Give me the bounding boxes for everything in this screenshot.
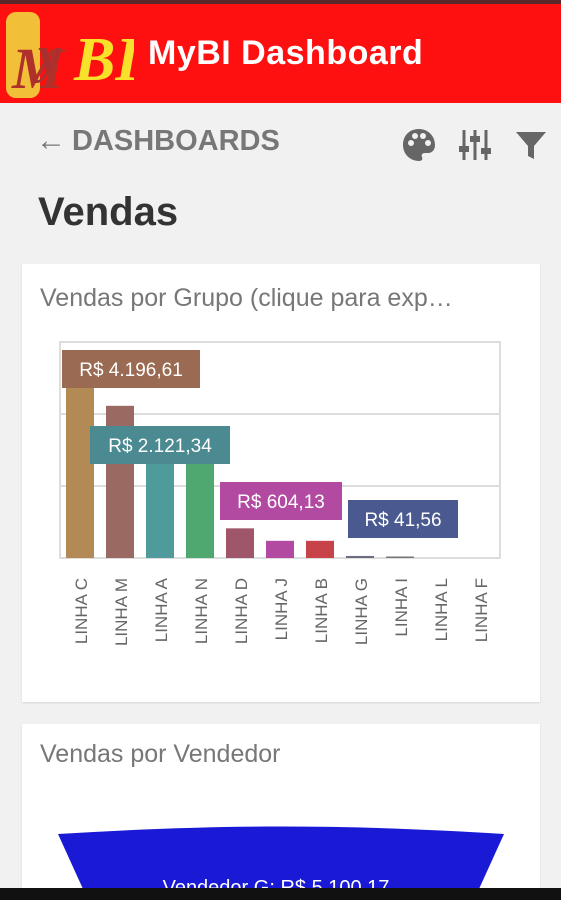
sliders-icon[interactable] (456, 126, 494, 164)
mybi-logo: M y BI (4, 6, 134, 102)
data-label: R$ 604,13 (237, 492, 325, 513)
x-tick-label: LINHA C (72, 578, 91, 644)
back-label: DASHBOARDS (72, 124, 280, 157)
bar-linha-j[interactable] (266, 540, 294, 558)
sales-by-group-chart[interactable]: LINHA C LINHA M LINHA A LINHA N LINHA D LINHA… (22, 264, 540, 702)
bar-linha-i[interactable] (386, 556, 414, 559)
system-nav-bar (0, 888, 561, 900)
svg-text:BI: BI (73, 26, 134, 94)
x-tick-label: LINHA I (392, 578, 411, 637)
data-label: R$ 4.196,61 (79, 360, 183, 381)
x-tick-label: LINHA A (152, 577, 171, 642)
sales-by-seller-card[interactable]: Vendas por Vendedor Vendedor G: R$ 5.100… (22, 724, 540, 900)
back-arrow-icon: ← (36, 124, 66, 157)
filter-icon[interactable] (512, 126, 550, 164)
bar-linha-a[interactable] (146, 453, 174, 558)
palette-icon[interactable] (400, 126, 438, 164)
x-tick-label: LINHA G (352, 578, 371, 645)
bar-linha-d[interactable] (226, 528, 254, 558)
app-header: M y BI MyBI Dashboard (0, 0, 561, 103)
sales-by-group-card[interactable]: Vendas por Grupo (clique para exp… LINHA… (22, 264, 540, 702)
app-title: MyBI Dashboard (148, 34, 424, 72)
bar-linha-n[interactable] (186, 462, 214, 558)
x-tick-label: LINHA D (232, 578, 251, 644)
x-tick-label: LINHA J (272, 578, 291, 640)
back-to-dashboards-link[interactable]: ← DASHBOARDS (36, 124, 280, 158)
x-tick-label: LINHA M (112, 578, 131, 646)
data-label: R$ 41,56 (364, 510, 441, 531)
x-tick-label: LINHA B (312, 578, 331, 643)
bar-linha-g[interactable] (346, 555, 374, 558)
x-tick-label: LINHA L (432, 578, 451, 641)
bar-linha-b[interactable] (306, 540, 334, 558)
page-title: Vendas (38, 190, 179, 234)
sales-by-seller-funnel[interactable]: Vendedor G: R$ 5.100,17 (22, 724, 540, 900)
x-tick-label: LINHA N (192, 578, 211, 644)
x-tick-label: LINHA F (472, 578, 491, 642)
data-label: R$ 2.121,34 (108, 436, 212, 457)
